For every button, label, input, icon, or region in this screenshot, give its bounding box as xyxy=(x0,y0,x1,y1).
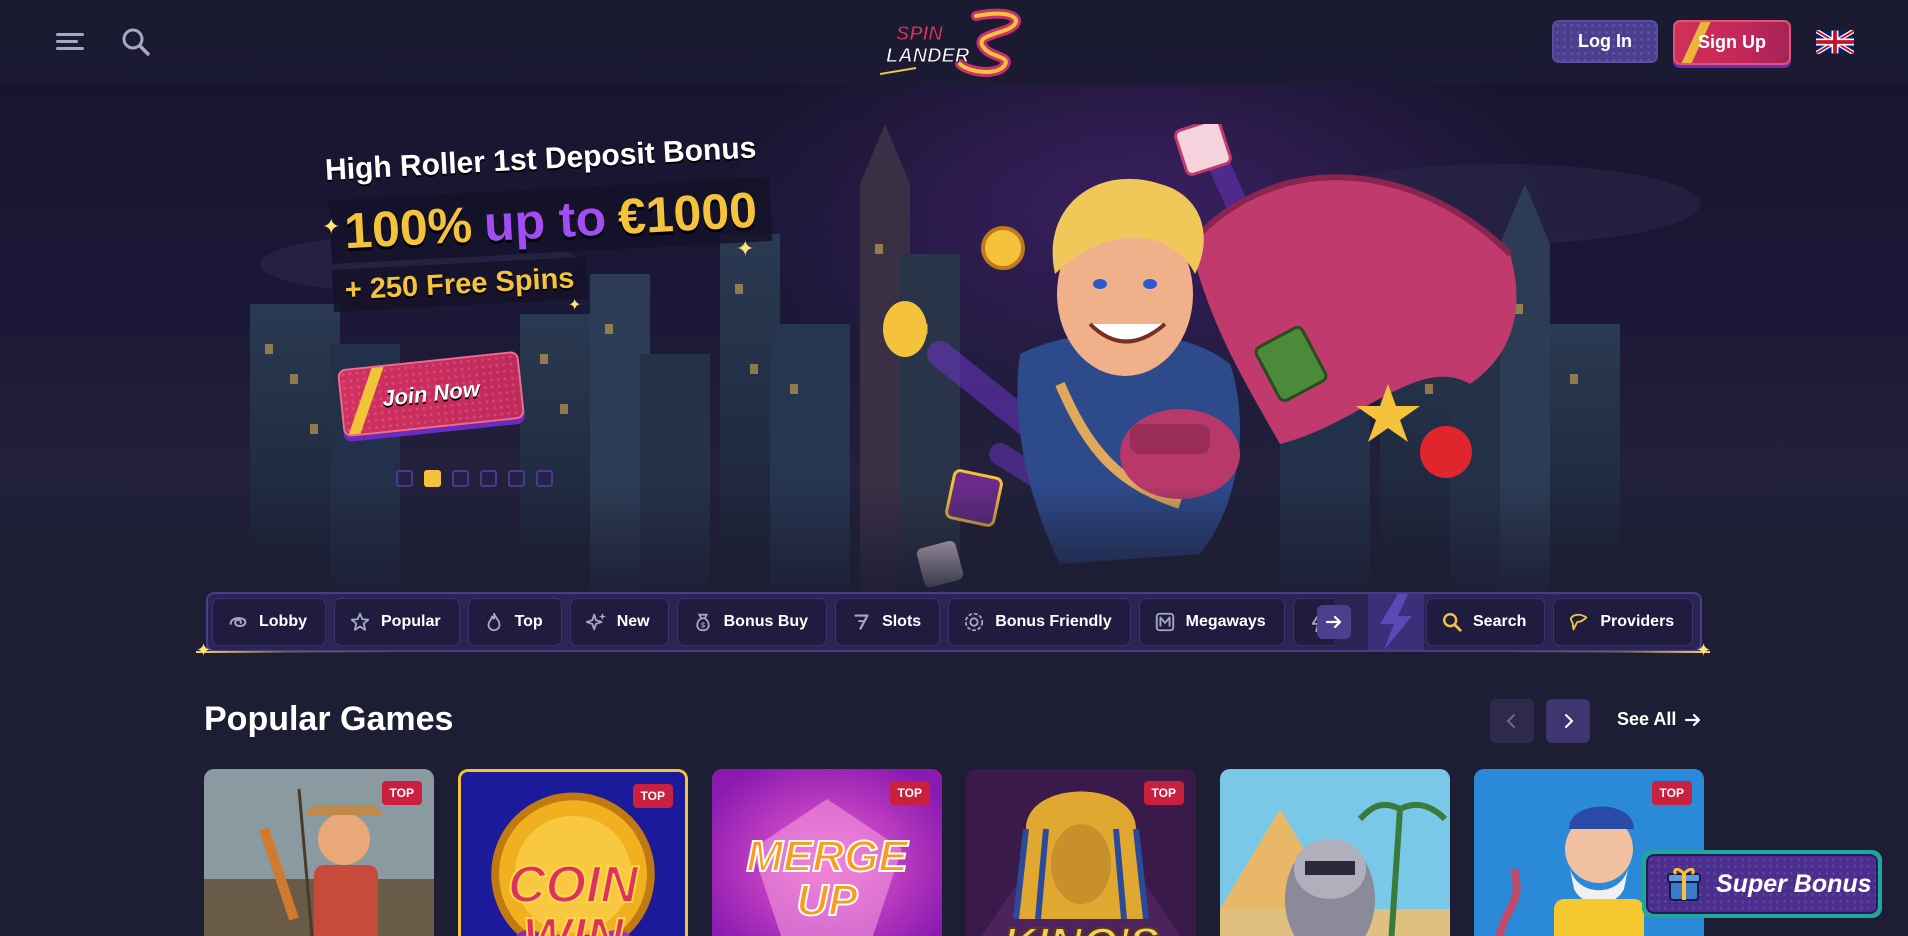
sparkle-icon: ✦ xyxy=(736,236,755,261)
category-label: New xyxy=(616,613,650,630)
category-label: Slots xyxy=(882,613,922,630)
game-card[interactable]: KING'S TOP xyxy=(966,769,1196,936)
search-icon xyxy=(1443,613,1462,632)
popular-games-row: TOP COIN WIN TOP MERGE UP TOP KING'S TOP xyxy=(204,769,1704,936)
carousel-pagination xyxy=(396,470,553,487)
game-card[interactable]: TOP xyxy=(204,769,434,936)
sparkle-icon: ✦ xyxy=(1696,640,1712,660)
category-bar-actions: Search Providers xyxy=(1426,598,1694,646)
providers-button[interactable]: Providers xyxy=(1553,598,1694,646)
carousel-dot[interactable] xyxy=(452,470,469,487)
see-all-label: See All xyxy=(1617,709,1677,729)
carousel-dot[interactable] xyxy=(396,470,413,487)
game-card[interactable]: COIN WIN TOP xyxy=(458,769,688,936)
category-slots[interactable]: Slots xyxy=(835,598,941,646)
arrow-right-icon xyxy=(1325,615,1342,629)
lightning-divider-icon xyxy=(1368,594,1424,650)
logo-text-bottom: LANDER xyxy=(886,45,970,67)
super-bonus-label: Super Bonus xyxy=(1716,869,1872,898)
hero-offer-percent: 100% xyxy=(342,196,474,260)
category-label: Bonus Buy xyxy=(723,613,809,630)
top-badge: TOP xyxy=(889,781,930,805)
hero-offer-mid: up to xyxy=(482,189,608,252)
category-label: Lobby xyxy=(259,613,307,630)
search-icon[interactable] xyxy=(120,26,152,58)
see-all-link[interactable]: See All xyxy=(1617,709,1702,730)
sparkle-icon: ✦ xyxy=(568,297,582,314)
arrow-right-icon xyxy=(1685,713,1701,726)
top-badge: TOP xyxy=(632,784,673,808)
gift-box-icon xyxy=(1667,867,1701,901)
top-header: SPIN LANDER Log In Sign Up xyxy=(0,0,1908,84)
providers-label: Providers xyxy=(1600,613,1675,630)
category-top[interactable]: Top xyxy=(467,598,562,646)
svg-text:$: $ xyxy=(701,621,705,630)
games-prev-button[interactable] xyxy=(1490,699,1534,743)
logo-text-top: SPIN xyxy=(896,23,943,45)
game-title: KING'S xyxy=(966,920,1196,936)
megaways-icon xyxy=(1155,612,1174,632)
chevron-left-icon xyxy=(1506,714,1515,728)
category-bonus-friendly[interactable]: Bonus Friendly xyxy=(948,598,1131,646)
category-bonus-buy[interactable]: $ Bonus Buy xyxy=(676,598,828,646)
carousel-dot[interactable] xyxy=(536,470,553,487)
section-title-popular-games: Popular Games xyxy=(204,700,454,738)
flame-icon xyxy=(487,612,500,632)
game-card[interactable]: MERGE UP TOP xyxy=(712,769,942,936)
top-badge: TOP xyxy=(381,781,422,805)
carousel-dot[interactable] xyxy=(480,470,497,487)
spinlander-logo[interactable]: SPIN LANDER xyxy=(876,8,1032,80)
join-now-label: Join Now xyxy=(381,375,481,412)
category-tabs: Lobby Popular Top New $ Bonus Buy Slots … xyxy=(212,598,1334,646)
sparkle-icon: ✦ xyxy=(322,214,341,239)
login-button-label: Log In xyxy=(1578,31,1632,51)
top-badge: TOP xyxy=(1651,781,1692,805)
lobby-icon xyxy=(229,617,247,628)
chevron-right-icon xyxy=(1565,714,1574,728)
game-title: MERGE UP xyxy=(745,832,908,925)
carousel-dot[interactable] xyxy=(508,470,525,487)
signup-button-label: Sign Up xyxy=(1698,32,1766,52)
category-megaways[interactable]: Megaways xyxy=(1138,598,1285,646)
search-games-button[interactable]: Search xyxy=(1426,598,1546,646)
login-button[interactable]: Log In xyxy=(1552,20,1658,63)
star-icon xyxy=(350,612,370,631)
top-badge: TOP xyxy=(1143,781,1184,805)
city-skyline-illustration xyxy=(0,124,1908,604)
carousel-dot-active[interactable] xyxy=(424,470,441,487)
providers-icon xyxy=(1570,613,1588,631)
category-popular[interactable]: Popular xyxy=(334,598,460,646)
sparkle-icon: ✦ xyxy=(196,640,212,660)
super-bonus-button[interactable]: Super Bonus xyxy=(1642,850,1882,918)
game-title: COIN WIN xyxy=(507,856,639,936)
category-new[interactable]: New xyxy=(569,598,669,646)
category-label: Megaways xyxy=(1185,613,1266,630)
game-card[interactable] xyxy=(1220,769,1450,936)
sparkle-icon xyxy=(585,612,606,631)
signup-button[interactable]: Sign Up xyxy=(1673,20,1791,65)
search-games-label: Search xyxy=(1473,613,1527,630)
category-label: Top xyxy=(514,613,543,630)
category-label: Popular xyxy=(381,613,441,630)
hero-banner: High Roller 1st Deposit Bonus 100% up to… xyxy=(0,84,1908,604)
category-lobby[interactable]: Lobby xyxy=(212,598,326,646)
category-label: Bonus Friendly xyxy=(995,613,1112,630)
bonus-chip-icon xyxy=(965,612,984,632)
games-next-button[interactable] xyxy=(1546,699,1590,743)
money-bag-icon: $ xyxy=(695,613,710,632)
category-scroll-next-button[interactable] xyxy=(1317,605,1351,639)
uk-flag-icon[interactable] xyxy=(1816,30,1854,54)
game-thumbnail-raccoon xyxy=(1220,769,1450,936)
seven-icon xyxy=(854,614,869,630)
category-bar-glow xyxy=(196,651,1710,653)
hamburger-menu-icon[interactable] xyxy=(54,26,86,58)
